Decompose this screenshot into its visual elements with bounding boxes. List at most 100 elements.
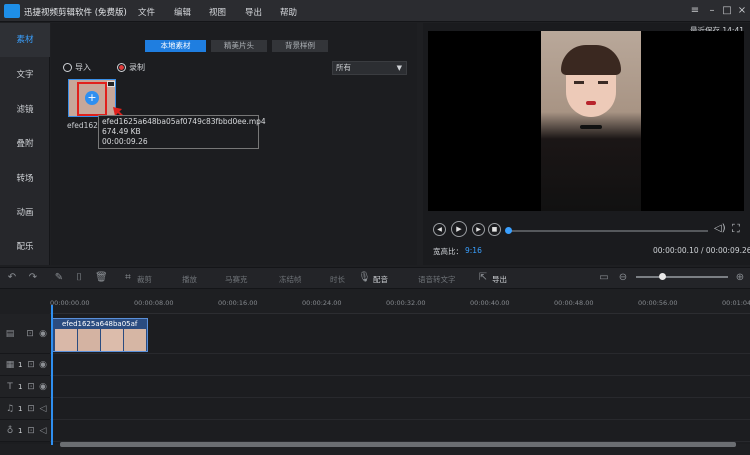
play-button[interactable]: 播放 bbox=[182, 274, 197, 285]
text-track-lane[interactable] bbox=[50, 376, 750, 398]
rewind-icon[interactable]: ◀ bbox=[433, 223, 446, 236]
lock-icon[interactable]: ⊡ bbox=[25, 403, 37, 415]
record-label: 录制 bbox=[129, 63, 145, 72]
nav-music[interactable]: 配乐 bbox=[0, 230, 50, 264]
video-preview[interactable] bbox=[428, 31, 744, 211]
menu-file[interactable]: 文件 bbox=[138, 6, 155, 18]
clip-frame bbox=[124, 329, 146, 351]
export-button[interactable]: 导出 bbox=[492, 274, 507, 285]
music-track-lane[interactable] bbox=[50, 398, 750, 420]
mute-icon[interactable]: ◁ bbox=[37, 403, 49, 415]
video-type-icon bbox=[107, 81, 115, 87]
chevron-down-icon: ▼ bbox=[396, 64, 402, 72]
tab-background[interactable]: 背景样例 bbox=[272, 40, 328, 52]
zoom-out-icon[interactable]: ⊖ bbox=[617, 272, 629, 284]
playhead[interactable] bbox=[51, 305, 53, 445]
media-panel: 本地素材 精美片头 背景样例 导入 录制 所有 ▼ + efed1625 efe… bbox=[51, 23, 417, 265]
zoom-slider[interactable] bbox=[636, 276, 728, 278]
fit-screen-icon[interactable]: ▭ bbox=[598, 272, 610, 284]
visibility-icon[interactable]: ◉ bbox=[37, 381, 49, 393]
minimize-icon[interactable]: – bbox=[705, 4, 719, 18]
nav-material[interactable]: 素材 bbox=[0, 23, 50, 57]
edit-icon[interactable]: ✎ bbox=[53, 272, 65, 284]
lock-icon[interactable]: ⊡ bbox=[25, 381, 37, 393]
undo-icon[interactable]: ↶ bbox=[6, 272, 18, 284]
tab-intro[interactable]: 精美片头 bbox=[211, 40, 267, 52]
play-icon[interactable]: ▶ bbox=[451, 221, 467, 237]
lock-icon[interactable]: ⊡ bbox=[24, 328, 36, 340]
music-track-icon: ♫ bbox=[5, 404, 15, 414]
timeline-scrollbar[interactable] bbox=[60, 442, 736, 447]
app-title: 迅捷视频剪辑软件 (免费版) bbox=[24, 8, 127, 18]
ruler-tick: 00:01:04 bbox=[722, 299, 750, 307]
media-thumbnail[interactable]: + bbox=[68, 79, 116, 117]
delete-icon[interactable]: 🗑 bbox=[95, 272, 108, 284]
filter-select[interactable]: 所有 ▼ bbox=[332, 61, 407, 75]
clip-frame bbox=[78, 329, 100, 351]
zoom-in-icon[interactable]: ⊕ bbox=[734, 272, 746, 284]
voice-track-lane[interactable] bbox=[50, 420, 750, 442]
fullscreen-icon[interactable]: ⛶ bbox=[732, 222, 746, 236]
maximize-icon[interactable]: □ bbox=[720, 4, 734, 18]
microphone-icon: 🎙 bbox=[358, 272, 371, 283]
tooltip-filename: efed1625a648ba05af0749c83fbbd0ee.mp4 bbox=[102, 117, 266, 126]
filter-value: 所有 bbox=[336, 63, 351, 72]
mosaic-button[interactable]: 马赛克 bbox=[225, 274, 248, 285]
add-icon[interactable]: + bbox=[85, 91, 99, 105]
split-icon[interactable]: ⌷ bbox=[73, 272, 85, 284]
track-number: 1 bbox=[18, 361, 23, 369]
overlay-track-header: ▦ 1 ⊡ ◉ bbox=[0, 354, 50, 376]
overlay-track-lane[interactable] bbox=[50, 354, 750, 376]
voiceover-button[interactable]: 配音 bbox=[373, 274, 388, 285]
media-tooltip: efed1625a648ba05af0749c83fbbd0ee.mp4 674… bbox=[98, 115, 266, 149]
zoom-slider-handle[interactable] bbox=[659, 273, 666, 280]
import-button[interactable]: 导入 bbox=[63, 62, 91, 73]
overlay-track-icon: ▦ bbox=[5, 360, 15, 370]
redo-icon[interactable]: ↷ bbox=[27, 272, 39, 284]
ruler-tick: 00:00:24.00 bbox=[302, 299, 342, 307]
menu-view[interactable]: 视图 bbox=[209, 6, 226, 18]
tab-local-material[interactable]: 本地素材 bbox=[145, 40, 206, 52]
seek-bar[interactable] bbox=[508, 230, 708, 232]
title-bar: 迅捷视频剪辑软件 (免费版) 文件 编辑 视图 导出 帮助 ≡ – □ × bbox=[0, 0, 750, 22]
volume-icon[interactable]: ◁) bbox=[714, 222, 728, 236]
track-number: 1 bbox=[18, 405, 23, 413]
crop-button[interactable]: 裁剪 bbox=[137, 274, 152, 285]
timeline-ruler[interactable]: 00:00:00.00 00:00:08.00 00:00:16.00 00:0… bbox=[50, 296, 750, 314]
ruler-tick: 00:00:56.00 bbox=[638, 299, 678, 307]
aspect-ratio-label: 宽高比： bbox=[433, 247, 463, 256]
freeze-frame-button[interactable]: 冻结帧 bbox=[279, 274, 302, 285]
menu-icon[interactable]: ≡ bbox=[688, 4, 702, 18]
speech-to-text-button[interactable]: 语音转文字 bbox=[418, 274, 456, 285]
nav-transition[interactable]: 转场 bbox=[0, 162, 50, 196]
stop-icon[interactable]: ■ bbox=[488, 223, 501, 236]
video-track-lane[interactable] bbox=[50, 314, 750, 354]
menu-edit[interactable]: 编辑 bbox=[174, 6, 191, 18]
crop-icon[interactable]: ⌗ bbox=[122, 272, 134, 284]
microphone-track-icon: ♁ bbox=[6, 426, 14, 436]
tooltip-size: 674.49 KB bbox=[102, 127, 141, 136]
clip-frame bbox=[101, 329, 123, 351]
visibility-icon[interactable]: ◉ bbox=[37, 328, 49, 340]
duration-button[interactable]: 时长 bbox=[330, 274, 345, 285]
nav-filter[interactable]: 滤镜 bbox=[0, 93, 50, 127]
nav-text[interactable]: 文字 bbox=[0, 58, 50, 92]
seek-handle[interactable] bbox=[505, 227, 512, 234]
import-icon bbox=[63, 63, 72, 72]
mute-icon[interactable]: ◁ bbox=[37, 425, 49, 437]
timecode: 00:00:00.10 / 00:00:09.26 bbox=[653, 246, 750, 255]
menu-help[interactable]: 帮助 bbox=[280, 6, 297, 18]
record-button[interactable]: 录制 bbox=[117, 62, 145, 73]
nav-animation[interactable]: 动画 bbox=[0, 196, 50, 230]
visibility-icon[interactable]: ◉ bbox=[37, 359, 49, 371]
nav-overlay[interactable]: 叠附 bbox=[0, 127, 50, 161]
close-icon[interactable]: × bbox=[735, 4, 749, 18]
lock-icon[interactable]: ⊡ bbox=[25, 425, 37, 437]
text-track-icon: T bbox=[7, 382, 13, 392]
forward-icon[interactable]: ▶ bbox=[472, 223, 485, 236]
menu-export[interactable]: 导出 bbox=[245, 6, 262, 18]
video-track-icon: ▤ bbox=[5, 329, 15, 339]
lock-icon[interactable]: ⊡ bbox=[25, 359, 37, 371]
ruler-tick: 00:00:16.00 bbox=[218, 299, 258, 307]
aspect-ratio-value[interactable]: 9:16 bbox=[465, 246, 482, 255]
